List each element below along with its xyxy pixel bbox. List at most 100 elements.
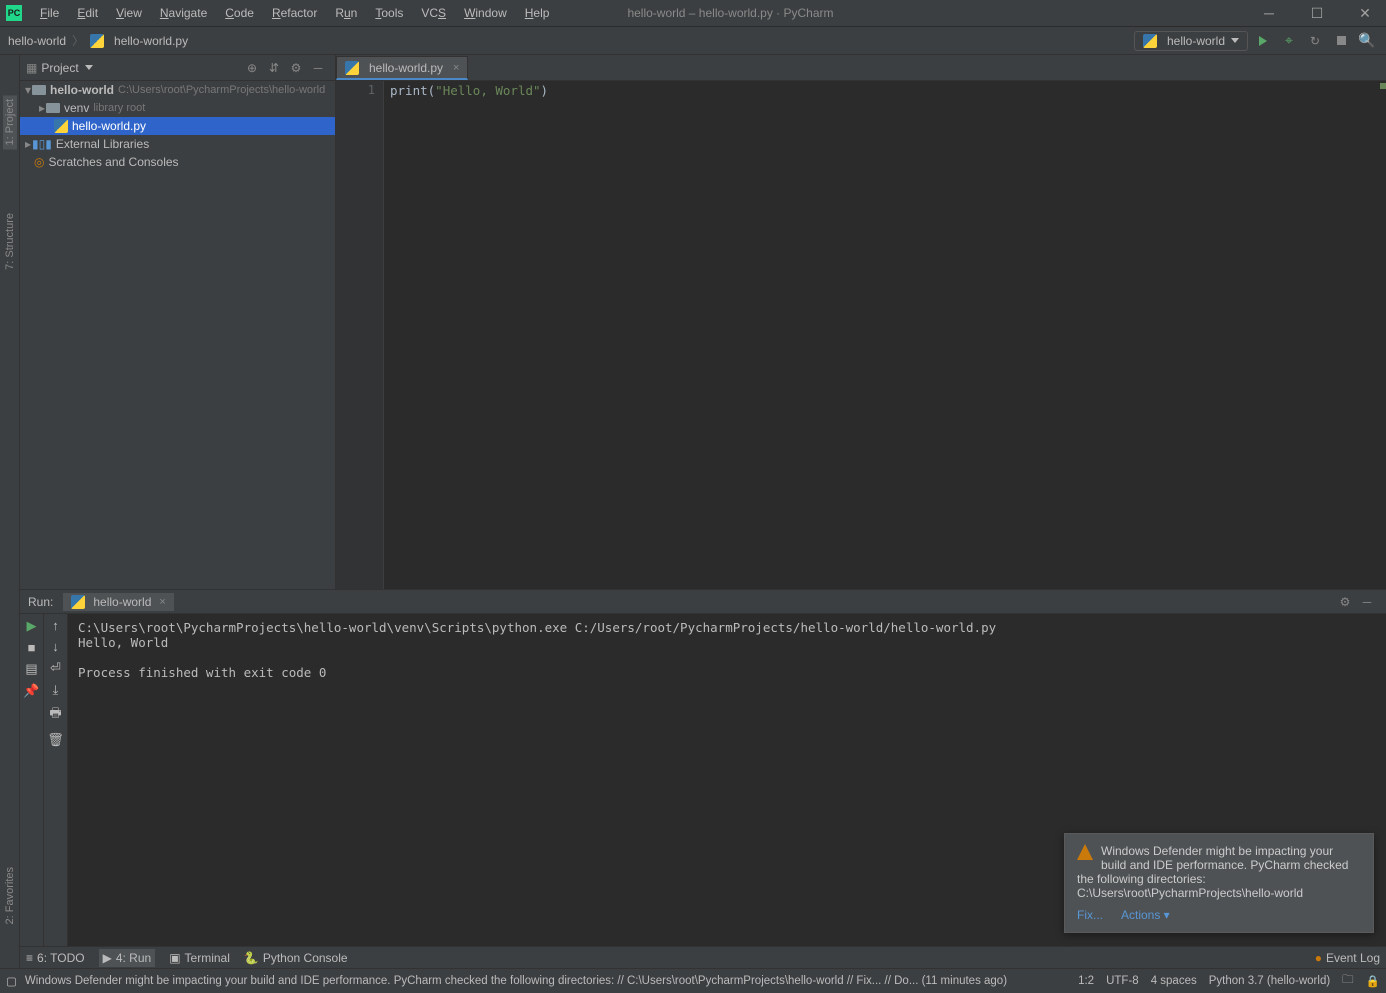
python-file-icon (54, 119, 68, 133)
git-status-icon[interactable]: 🗀 (1342, 972, 1354, 991)
project-tree: ▾ hello-world C:\Users\root\PycharmProje… (20, 81, 335, 589)
notification-popup: Windows Defender might be impacting your… (1064, 833, 1374, 933)
minimize-button[interactable]: ─ (1254, 5, 1284, 22)
editor-tab-hello-world[interactable]: hello-world.py × (336, 56, 468, 80)
tree-file-hello-world[interactable]: hello-world.py (20, 117, 335, 135)
tree-external-libraries[interactable]: ▸ ▮▯▮ External Libraries (20, 135, 335, 153)
maximize-button[interactable]: ☐ (1302, 5, 1332, 22)
notification-message: Windows Defender might be impacting your… (1077, 844, 1361, 886)
close-icon[interactable]: × (453, 62, 459, 74)
menu-help[interactable]: Help (517, 4, 558, 22)
rerun-button[interactable]: ▶ (27, 618, 37, 634)
tool-tab-todo[interactable]: ≡ 6: TODO (26, 951, 85, 965)
code-editor[interactable]: 1 print("Hello, World") (336, 81, 1386, 589)
editor-tab-label: hello-world.py (369, 61, 443, 75)
folder-icon (46, 103, 60, 113)
tool-tab-favorites[interactable]: 2: Favorites (3, 863, 17, 928)
line-number: 1 (336, 83, 375, 97)
file-encoding[interactable]: UTF-8 (1106, 975, 1139, 987)
tool-tab-structure[interactable]: 7: Structure (3, 209, 17, 274)
coverage-button[interactable]: ↻ (1304, 30, 1326, 52)
nav-bar: hello-world 〉 hello-world.py hello-world… (0, 27, 1386, 55)
tree-scratches[interactable]: ◎ Scratches and Consoles (20, 153, 335, 171)
indent-status[interactable]: 4 spaces (1151, 975, 1197, 987)
menu-file[interactable]: File (32, 4, 67, 22)
gear-icon[interactable]: ⚙ (285, 57, 307, 79)
tree-venv-name: venv (64, 101, 89, 115)
hide-tool-icon[interactable]: ─ (307, 57, 329, 79)
menu-tools[interactable]: Tools (367, 4, 411, 22)
tree-venv[interactable]: ▸ venv library root (20, 99, 335, 117)
run-tab-name: hello-world (93, 595, 151, 609)
up-icon[interactable]: ↑ (52, 618, 59, 633)
layout-button[interactable]: ▤ (25, 661, 37, 677)
run-tool-header: Run: hello-world × ⚙ ─ (20, 590, 1386, 614)
project-tool-window: ▦ Project ⊕ ⇵ ⚙ ─ ▾ hello-world C:\Users… (20, 55, 336, 589)
collapse-all-icon[interactable]: ⇵ (263, 57, 285, 79)
tree-root[interactable]: ▾ hello-world C:\Users\root\PycharmProje… (20, 81, 335, 99)
menu-navigate[interactable]: Navigate (152, 4, 215, 22)
main-menu: File Edit View Navigate Code Refactor Ru… (32, 4, 557, 22)
code-content[interactable]: print("Hello, World") (384, 81, 1386, 589)
scroll-to-end-icon[interactable]: ⤓ (53, 682, 59, 698)
pin-button[interactable]: 📌 (23, 683, 39, 699)
python-file-icon (345, 61, 359, 75)
chevron-down-icon[interactable] (85, 65, 93, 70)
lock-icon[interactable]: 🔒 (1366, 974, 1380, 988)
code-token-fn: print (390, 83, 428, 98)
run-button[interactable] (1252, 30, 1274, 52)
debug-button[interactable]: ⌖ (1278, 30, 1300, 52)
window-title: hello-world – hello-world.py · PyCharm (627, 6, 833, 20)
tool-tab-terminal[interactable]: ▣ Terminal (169, 951, 230, 965)
breadcrumb-file[interactable]: hello-world.py (114, 34, 188, 48)
menu-code[interactable]: Code (217, 4, 262, 22)
code-token-string: "Hello, World" (435, 83, 540, 98)
softwrap-icon[interactable]: ⏎ (50, 660, 61, 676)
menu-view[interactable]: View (108, 4, 150, 22)
editor-gutter: 1 (336, 81, 384, 589)
left-tool-stripe: 1: Project 7: Structure 2: Favorites (0, 55, 20, 968)
python-icon (71, 595, 85, 609)
python-file-icon (90, 34, 104, 48)
stop-button[interactable] (1330, 30, 1352, 52)
stop-button[interactable]: ■ (28, 640, 36, 655)
run-config-selector[interactable]: hello-world (1134, 31, 1248, 51)
down-icon[interactable]: ↓ (52, 639, 59, 654)
search-everywhere-button[interactable]: 🔍 (1356, 30, 1378, 52)
menu-edit[interactable]: Edit (69, 4, 106, 22)
notification-path: C:\Users\root\PycharmProjects\hello-worl… (1077, 886, 1361, 900)
locate-icon[interactable]: ⊕ (241, 57, 263, 79)
caret-position[interactable]: 1:2 (1078, 975, 1094, 987)
event-log-button[interactable]: ● Event Log (1315, 951, 1380, 965)
menu-vcs[interactable]: VCS (413, 4, 454, 22)
tree-root-path: C:\Users\root\PycharmProjects\hello-worl… (118, 84, 325, 96)
menu-run[interactable]: Run (327, 4, 365, 22)
menu-refactor[interactable]: Refactor (264, 4, 325, 22)
tool-tab-project[interactable]: 1: Project (3, 95, 17, 149)
run-tab[interactable]: hello-world × (63, 593, 173, 611)
editor-area: hello-world.py × 1 print("Hello, World") (336, 55, 1386, 589)
close-button[interactable]: ✕ (1350, 5, 1380, 22)
scratches-icon: ◎ (34, 155, 44, 169)
hide-tool-icon[interactable]: ─ (1356, 591, 1378, 613)
tree-extlib-label: External Libraries (56, 137, 149, 151)
interpreter-status[interactable]: Python 3.7 (hello-world) (1209, 975, 1330, 987)
tool-tab-python-console[interactable]: 🐍 Python Console (244, 951, 348, 965)
tree-scratches-label: Scratches and Consoles (48, 155, 178, 169)
breadcrumb-project[interactable]: hello-world (8, 34, 66, 48)
toolwindow-toggle-icon[interactable]: ▢ (6, 974, 17, 988)
tool-tab-run[interactable]: ▶ 4: Run (99, 949, 156, 967)
breadcrumb-separator-icon: 〉 (72, 32, 84, 49)
notification-actions-link[interactable]: Actions ▾ (1121, 908, 1170, 922)
print-icon[interactable]: 🖶 (49, 704, 61, 726)
tree-root-name: hello-world (50, 83, 114, 97)
gear-icon[interactable]: ⚙ (1334, 591, 1356, 613)
trash-icon[interactable]: 🗑 (47, 732, 64, 748)
run-action-toolbar: ▶ ■ ▤ 📌 (20, 614, 44, 968)
menu-window[interactable]: Window (456, 4, 515, 22)
status-message: Windows Defender might be impacting your… (25, 975, 1007, 987)
notification-fix-link[interactable]: Fix... (1077, 908, 1103, 922)
run-label: Run: (28, 595, 53, 609)
library-icon: ▮▯▮ (32, 137, 52, 151)
close-icon[interactable]: × (159, 596, 165, 608)
